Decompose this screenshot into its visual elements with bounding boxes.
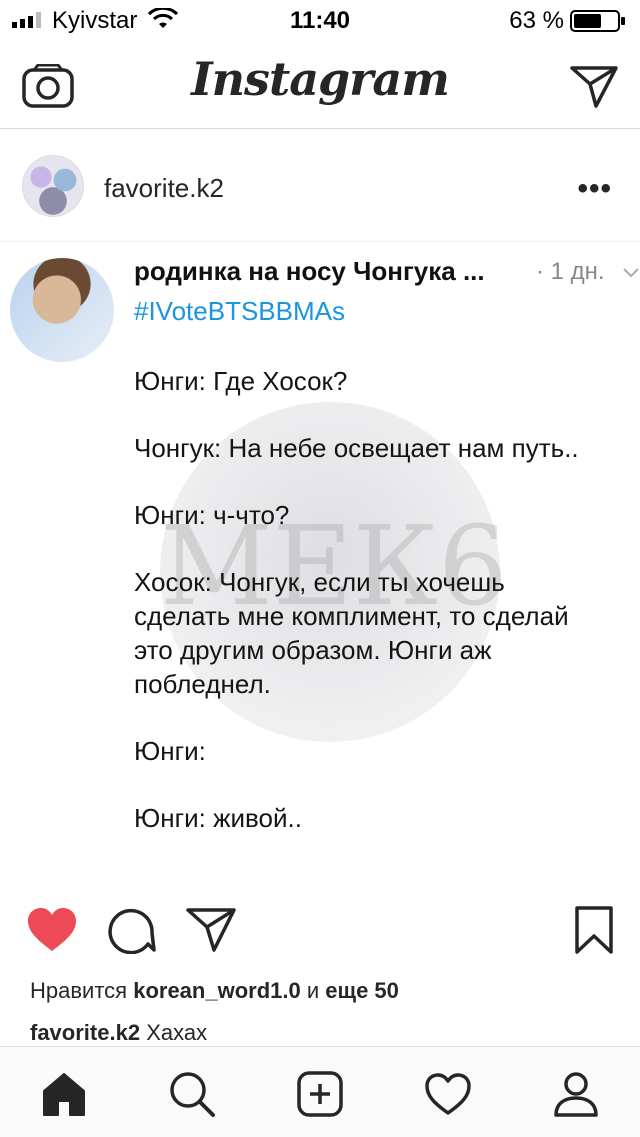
tweet-avatar <box>10 258 114 362</box>
tweet-line: Юнги: живой.. <box>134 803 302 833</box>
like-heart-icon[interactable] <box>26 906 78 954</box>
avatar[interactable] <box>22 155 84 217</box>
tweet-line: Чонгук: На небе освещает нам путь.. <box>134 433 579 463</box>
tweet-text: Юнги: Где Хосок? Чонгук: На небе освещае… <box>134 364 640 868</box>
tweet-line: Юнги: <box>134 736 206 766</box>
bottom-tab-bar <box>0 1046 640 1137</box>
activity-heart-icon[interactable] <box>424 1071 472 1117</box>
caption-text: Хахах <box>146 1020 208 1045</box>
likes-more[interactable]: еще 50 <box>325 978 399 1003</box>
top-nav-bar: Instagram <box>0 40 640 129</box>
tweet-line: Юнги: Где Хосок? <box>134 366 348 396</box>
tweet-line: Юнги: ч-что? <box>134 500 290 530</box>
share-icon[interactable] <box>186 906 236 952</box>
tweet-hashtag: #IVoteBTSBBMAs <box>134 296 345 326</box>
add-post-icon[interactable] <box>296 1071 344 1117</box>
profile-icon[interactable] <box>552 1071 600 1117</box>
liked-by-user[interactable]: korean_word1.0 <box>133 978 301 1003</box>
post-header: favorite.k2 ••• <box>0 129 640 242</box>
battery-percent: 63 % <box>509 7 564 34</box>
status-bar: Kyivstar 11:40 63 % <box>0 0 640 40</box>
more-options-icon[interactable]: ••• <box>577 174 612 204</box>
caption-username[interactable]: favorite.k2 <box>30 1020 140 1045</box>
post-actions <box>0 892 640 962</box>
tweet-time: · 1 дн. <box>536 258 605 285</box>
post-caption: favorite.k2 Хахах <box>30 1020 207 1046</box>
instagram-logo: Instagram <box>191 52 450 106</box>
tweet-line: Хосок: Чонгук, если ты хочешь сделать мн… <box>134 567 569 699</box>
direct-send-icon[interactable] <box>570 64 618 108</box>
post-username[interactable]: favorite.k2 <box>104 173 224 204</box>
bookmark-icon[interactable] <box>574 906 614 954</box>
search-icon[interactable] <box>168 1071 216 1117</box>
post-image[interactable]: МЕК6 родинка на носу Чонгука ... · 1 дн.… <box>0 242 640 892</box>
battery-icon <box>570 10 625 32</box>
tweet-author-name: родинка на носу Чонгука ... <box>134 256 485 286</box>
likes-summary[interactable]: Нравится korean_word1.0 и еще 50 <box>30 978 399 1004</box>
home-icon[interactable] <box>40 1071 88 1117</box>
chevron-down-icon <box>623 268 639 278</box>
comment-icon[interactable] <box>108 906 156 954</box>
